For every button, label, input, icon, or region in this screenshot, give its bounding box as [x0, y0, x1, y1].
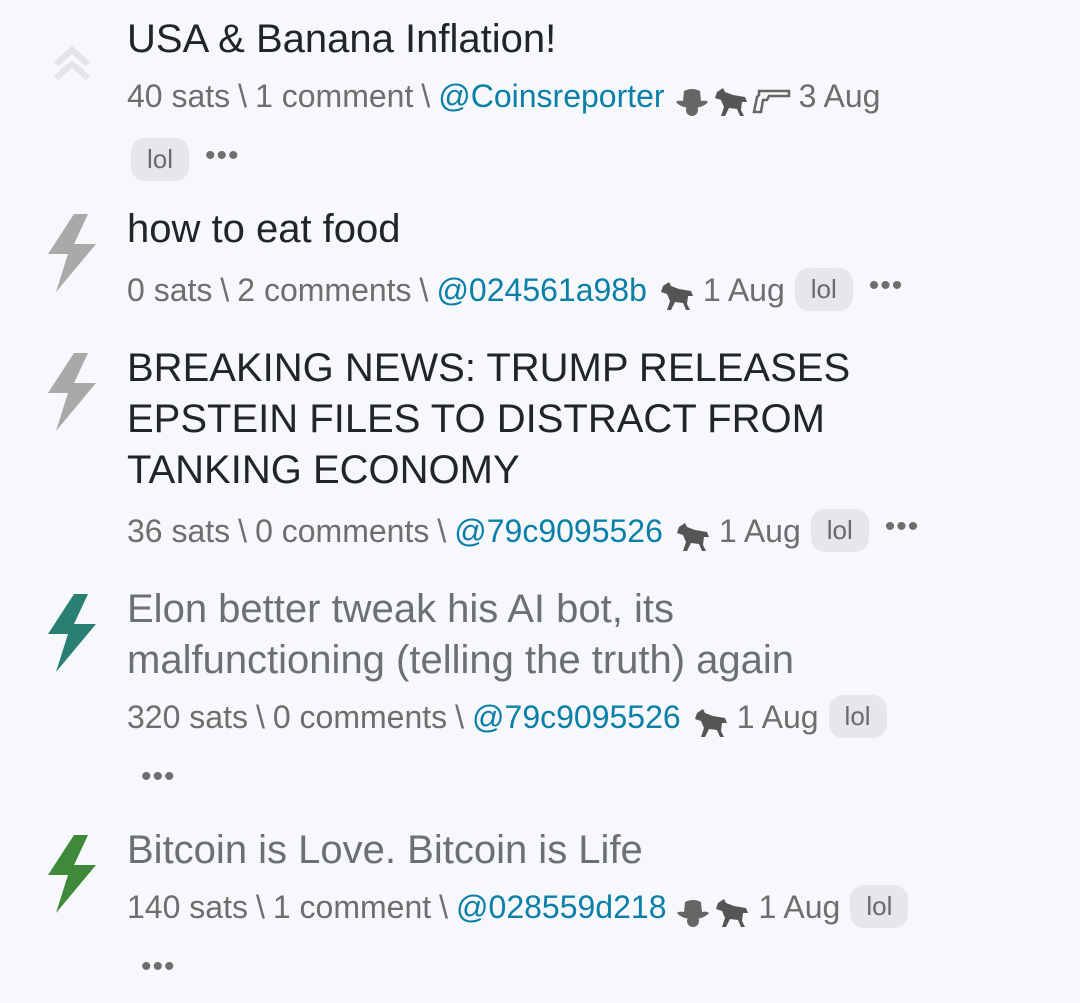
separator: \	[437, 513, 447, 549]
post-date: 1 Aug	[758, 889, 841, 925]
user-badges	[676, 879, 752, 941]
cowboy-hat-icon	[675, 88, 708, 116]
more-options-icon[interactable]: •••	[141, 751, 176, 803]
sats-count[interactable]: 40 sats	[127, 78, 230, 114]
post-meta: 320 sats \ 0 comments \ @79c9095526 1 Aug lol …	[127, 686, 1040, 807]
horse-icon	[716, 898, 749, 927]
author-link[interactable]: @Coinsreporter	[438, 78, 664, 114]
horse-icon	[660, 281, 693, 310]
more-options-icon[interactable]: •••	[885, 496, 920, 558]
comments-count[interactable]: 1 comment	[255, 78, 413, 114]
user-badges	[657, 262, 697, 324]
separator: \	[439, 889, 449, 925]
author-link[interactable]: @024561a98b	[436, 272, 646, 308]
author-link[interactable]: @79c9095526	[472, 699, 681, 735]
user-badges	[673, 503, 713, 565]
more-options-icon[interactable]: •••	[141, 941, 176, 993]
post-meta: 40 sats \ 1 comment \ @Coinsreporter 3 Aug lo…	[127, 65, 1040, 186]
comments-count[interactable]: 2 comments	[237, 272, 411, 308]
horse-icon	[676, 522, 709, 551]
post-meta: 36 sats \ 0 comments \ @79c9095526 1 Aug lol ••…	[127, 496, 1040, 565]
separator: \	[419, 272, 429, 308]
post-date: 1 Aug	[718, 513, 801, 549]
author-link[interactable]: @79c9095526	[454, 513, 663, 549]
lightning-bolt-icon[interactable]	[40, 214, 104, 294]
post-title[interactable]: Bitcoin is Love. Bitcoin is Life	[127, 825, 1040, 876]
horse-icon	[714, 87, 747, 116]
lightning-bolt-icon[interactable]	[40, 594, 104, 674]
more-options-icon[interactable]: •••	[869, 255, 904, 317]
lightning-bolt-icon[interactable]	[40, 353, 104, 433]
sub-tag[interactable]: lol	[131, 138, 190, 181]
separator: \	[421, 78, 431, 114]
horse-icon	[694, 708, 727, 737]
sub-tag[interactable]: lol	[850, 885, 909, 928]
more-options-icon[interactable]: •••	[205, 130, 240, 182]
double-chevron-up-icon[interactable]	[40, 44, 104, 124]
post-meta: 140 sats \ 1 comment \ @028559d218 1 Aug lol •…	[127, 876, 1040, 997]
sats-count[interactable]: 320 sats	[127, 699, 248, 735]
comments-count[interactable]: 0 comments	[273, 699, 447, 735]
separator: \	[238, 78, 248, 114]
sub-tag[interactable]: lol	[828, 695, 887, 738]
lightning-bolt-icon[interactable]	[40, 835, 104, 915]
post-title[interactable]: BREAKING NEWS: TRUMP RELEASES EPSTEIN FI…	[127, 343, 887, 496]
gun-icon	[752, 89, 790, 113]
separator: \	[255, 699, 265, 735]
post-title[interactable]: USA & Banana Inflation!	[127, 14, 1040, 65]
user-badges	[691, 689, 731, 751]
sats-count[interactable]: 36 sats	[127, 513, 230, 549]
separator: \	[455, 699, 465, 735]
post-meta: 0 sats \ 2 comments \ @024561a98b 1 Aug lol •••	[127, 255, 1040, 324]
comments-count[interactable]: 0 comments	[255, 513, 429, 549]
separator: \	[220, 272, 230, 308]
separator: \	[255, 889, 265, 925]
post-date: 1 Aug	[736, 699, 819, 735]
author-link[interactable]: @028559d218	[456, 889, 666, 925]
sub-tag[interactable]: lol	[794, 268, 853, 311]
user-badges	[675, 68, 793, 130]
post-date: 1 Aug	[702, 272, 785, 308]
comments-count[interactable]: 1 comment	[273, 889, 431, 925]
separator: \	[238, 513, 248, 549]
post-feed: USA & Banana Inflation! 40 sats \ 1 commen…	[0, 0, 1080, 1003]
post-date: 3 Aug	[798, 78, 881, 114]
sub-tag[interactable]: lol	[810, 509, 869, 552]
sats-count[interactable]: 140 sats	[127, 889, 248, 925]
sats-count[interactable]: 0 sats	[127, 272, 212, 308]
post-title[interactable]: Elon better tweak his AI bot, its malfun…	[127, 584, 917, 686]
post-title[interactable]: how to eat food	[127, 204, 1040, 255]
cowboy-hat-icon	[677, 899, 710, 927]
